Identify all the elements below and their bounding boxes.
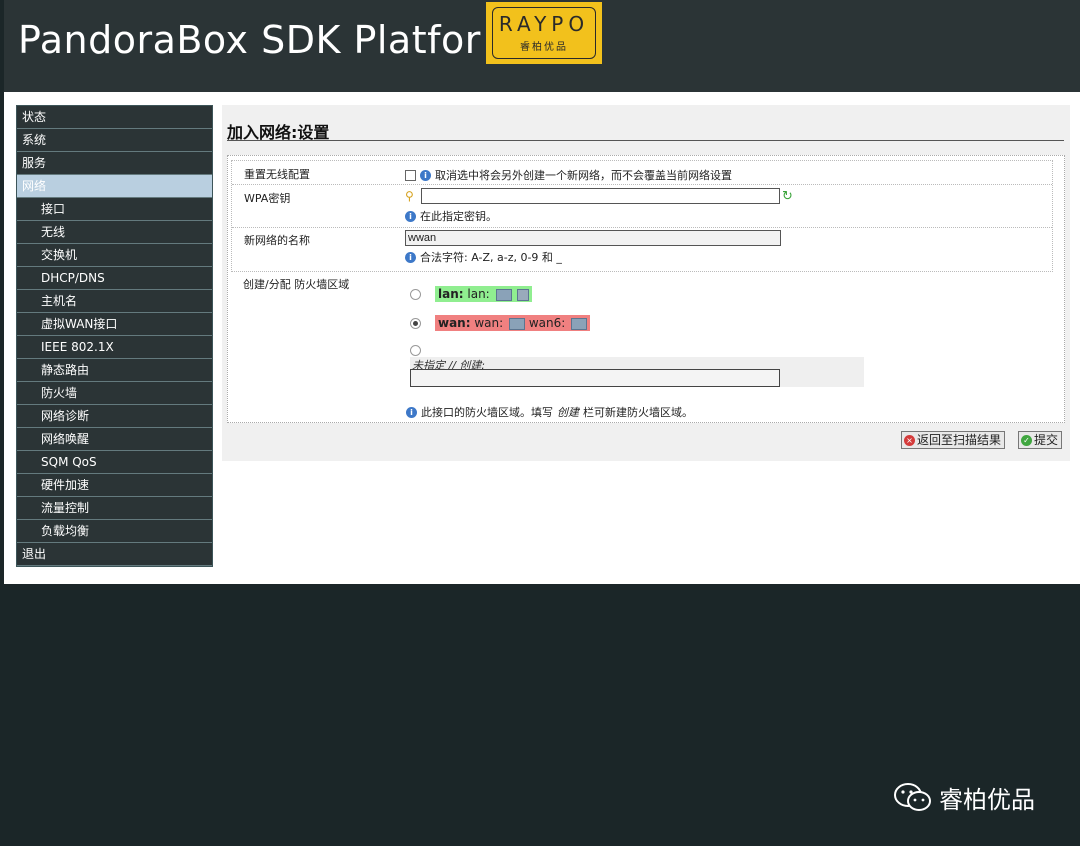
sidebar-item[interactable]: 退出 bbox=[17, 543, 212, 566]
sidebar-item[interactable]: 服务 bbox=[17, 152, 212, 175]
network-name-label: 新网络的名称 bbox=[244, 234, 310, 247]
network-name-help: 合法字符: A-Z, a-z, 0-9 和 _ bbox=[420, 251, 562, 264]
zone-option-unspecified[interactable] bbox=[410, 343, 421, 357]
zone-wan-name: wan: bbox=[438, 316, 471, 330]
wpa-key-help: 在此指定密钥。 bbox=[420, 210, 497, 223]
back-button-label: 返回至扫描结果 bbox=[917, 433, 1002, 447]
info-icon: i bbox=[405, 251, 416, 263]
check-icon: ✓ bbox=[1021, 434, 1032, 446]
refresh-icon[interactable]: ↻ bbox=[782, 190, 793, 203]
sidebar-item[interactable]: 静态路由 bbox=[17, 359, 212, 382]
info-icon: i bbox=[406, 406, 417, 418]
sidebar-menu: 状态 系统 服务 网络 接口 无线 交换机 DHCP/DNS 主机名 虚拟WAN接口 IEEE 80… bbox=[16, 105, 213, 567]
key-icon: ⚲ bbox=[405, 189, 414, 203]
page-area: 状态 系统 服务 网络 接口 无线 交换机 DHCP/DNS 主机名 虚拟WAN接口 IEEE 80… bbox=[4, 92, 1080, 584]
zone-lan-name: lan: bbox=[438, 287, 464, 301]
sidebar-item[interactable]: 网络 bbox=[17, 175, 212, 198]
sidebar-item[interactable]: 系统 bbox=[17, 129, 212, 152]
sidebar-item[interactable]: 网络诊断 bbox=[17, 405, 212, 428]
zone-wan-radio[interactable] bbox=[410, 317, 421, 329]
wechat-icon bbox=[894, 782, 931, 811]
zone-lan-badge: lan: lan: bbox=[435, 286, 533, 302]
info-icon: i bbox=[405, 210, 416, 222]
page-header-title: PandoraBox SDK Platfor bbox=[18, 18, 481, 62]
wpa-key-field: ⚲ ↻ bbox=[405, 188, 793, 204]
raypo-logo: RAYPO 睿柏优品 bbox=[486, 2, 602, 64]
network-name-input[interactable] bbox=[405, 230, 781, 246]
network-icon bbox=[509, 317, 526, 330]
zone-option-lan[interactable]: lan: lan: bbox=[410, 286, 533, 302]
reset-config-row: 重置无线配置 i 取消选中将会另外创建一个新网络，而不会覆盖当前网络设置 bbox=[232, 161, 1052, 185]
firewall-help-em: 创建 bbox=[557, 406, 579, 419]
zone-lan-radio[interactable] bbox=[410, 288, 421, 300]
logo-subtitle: 睿柏优品 bbox=[520, 42, 568, 53]
wifi-icon bbox=[517, 288, 530, 301]
network-icon bbox=[495, 288, 512, 301]
network-name-field bbox=[405, 230, 781, 246]
watermark-text: 睿柏优品 bbox=[939, 786, 1035, 814]
new-zone-box: 未指定 // 创建: bbox=[410, 357, 864, 387]
sidebar-item[interactable]: 流量控制 bbox=[17, 497, 212, 520]
settings-form: 重置无线配置 i 取消选中将会另外创建一个新网络，而不会覆盖当前网络设置 WPA… bbox=[227, 155, 1065, 423]
title-divider bbox=[227, 140, 1064, 141]
wechat-watermark: 睿柏优品 bbox=[893, 780, 1035, 815]
sidebar-item[interactable]: 主机名 bbox=[17, 290, 212, 313]
main-content: 加入网络:设置 重置无线配置 i 取消选中将会另外创建一个新网络，而不会覆盖当前… bbox=[222, 105, 1070, 461]
zone-lan-member: lan: bbox=[467, 287, 490, 301]
zone-wan6-member: wan6: bbox=[528, 316, 566, 330]
new-zone-input[interactable] bbox=[410, 369, 780, 387]
wireless-settings-section: 重置无线配置 i 取消选中将会另外创建一个新网络，而不会覆盖当前网络设置 WPA… bbox=[231, 160, 1053, 272]
reset-config-help: 取消选中将会另外创建一个新网络，而不会覆盖当前网络设置 bbox=[435, 169, 732, 182]
submit-button[interactable]: ✓ 提交 bbox=[1018, 431, 1063, 449]
wpa-key-input[interactable] bbox=[421, 188, 780, 204]
firewall-help-row: i 此接口的防火墙区域。填写 创建 栏可新建防火墙区域。 bbox=[406, 404, 693, 420]
wpa-key-help-row: i 在此指定密钥。 bbox=[405, 208, 497, 224]
submit-button-label: 提交 bbox=[1034, 433, 1059, 447]
sidebar-item[interactable]: DHCP/DNS bbox=[17, 267, 212, 290]
reset-config-checkbox[interactable] bbox=[405, 169, 416, 181]
zone-wan-member: wan: bbox=[474, 316, 504, 330]
cancel-icon: × bbox=[904, 434, 915, 446]
sidebar-item[interactable]: 硬件加速 bbox=[17, 474, 212, 497]
wpa-key-label: WPA密钥 bbox=[244, 192, 291, 205]
zone-option-wan[interactable]: wan: wan: wan6: bbox=[410, 315, 591, 331]
sidebar-item[interactable]: SQM QoS bbox=[17, 451, 212, 474]
info-icon: i bbox=[420, 169, 431, 181]
back-to-scan-button[interactable]: × 返回至扫描结果 bbox=[901, 431, 1006, 449]
sidebar-item[interactable]: 负载均衡 bbox=[17, 520, 212, 543]
firewall-zone-label: 创建/分配 防火墙区域 bbox=[243, 278, 350, 291]
sidebar-item[interactable]: 状态 bbox=[17, 106, 212, 129]
network-icon bbox=[571, 317, 588, 330]
firewall-help: 此接口的防火墙区域。填写 bbox=[421, 406, 553, 419]
header-bar: PandoraBox SDK Platfor RAYPO 睿柏优品 bbox=[0, 0, 1080, 92]
reset-config-field: i 取消选中将会另外创建一个新网络，而不会覆盖当前网络设置 bbox=[405, 167, 732, 183]
logo-brand: RAYPO bbox=[498, 12, 590, 36]
sidebar-item[interactable]: IEEE 802.1X bbox=[17, 336, 212, 359]
sidebar-item[interactable]: 防火墙 bbox=[17, 382, 212, 405]
sidebar-item[interactable]: 网络唤醒 bbox=[17, 428, 212, 451]
sidebar-item[interactable]: 接口 bbox=[17, 198, 212, 221]
wpa-key-row: WPA密钥 ⚲ ↻ i 在此指定密钥。 bbox=[232, 185, 1052, 228]
logo-frame: RAYPO 睿柏优品 bbox=[492, 7, 596, 59]
network-name-row: 新网络的名称 i 合法字符: A-Z, a-z, 0-9 和 _ bbox=[232, 228, 1052, 268]
zone-unspecified-radio[interactable] bbox=[410, 345, 421, 356]
sidebar-item[interactable]: 虚拟WAN接口 bbox=[17, 313, 212, 336]
firewall-help-tail: 栏可新建防火墙区域。 bbox=[583, 406, 693, 419]
sidebar-item[interactable]: 交换机 bbox=[17, 244, 212, 267]
network-name-help-row: i 合法字符: A-Z, a-z, 0-9 和 _ bbox=[405, 249, 562, 265]
sidebar-item[interactable]: 无线 bbox=[17, 221, 212, 244]
reset-config-label: 重置无线配置 bbox=[244, 168, 310, 181]
zone-wan-badge: wan: wan: wan6: bbox=[435, 315, 591, 331]
